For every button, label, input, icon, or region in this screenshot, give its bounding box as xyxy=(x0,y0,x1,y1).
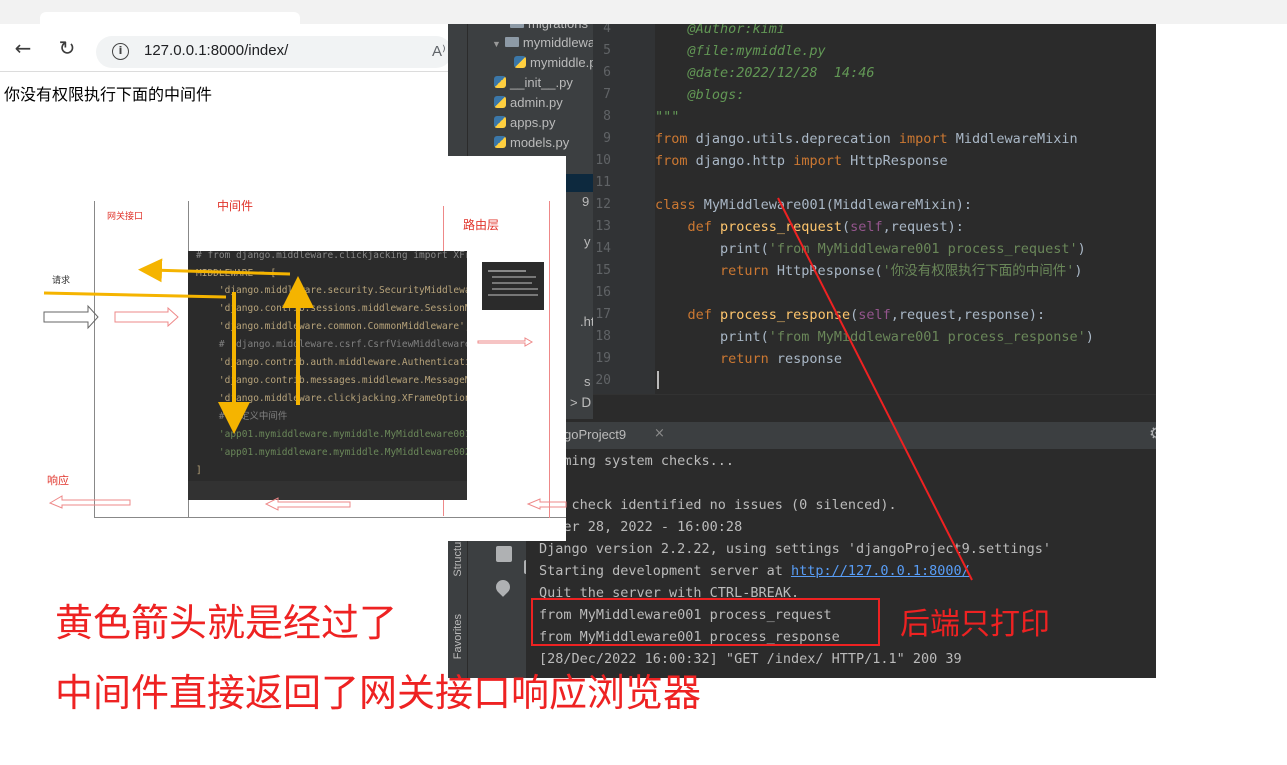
response-arrow-icon xyxy=(526,498,567,510)
red-pointer-line xyxy=(777,197,973,581)
highlight-box xyxy=(531,598,880,646)
yellow-request-line xyxy=(43,291,227,299)
yellow-return-arrow-icon xyxy=(138,258,291,283)
flow-arrow-icon xyxy=(114,306,179,328)
annotation-line-1: 黄色箭头就是经过了 xyxy=(55,601,398,645)
flow-arrow-icon xyxy=(477,337,534,347)
backend-note: 后端只打印 xyxy=(900,607,1050,642)
screenshot: ← ↻ i 127.0.0.1:8000/index/ A⁾ 你没有权限执行下面… xyxy=(0,0,1287,765)
response-arrow-icon xyxy=(264,497,351,511)
request-arrow-icon xyxy=(43,304,99,330)
annotation-line-2: 中间件直接返回了网关接口响应浏览器 xyxy=(55,671,702,715)
annotation-overlay xyxy=(43,197,973,646)
response-arrow-icon xyxy=(48,495,131,509)
